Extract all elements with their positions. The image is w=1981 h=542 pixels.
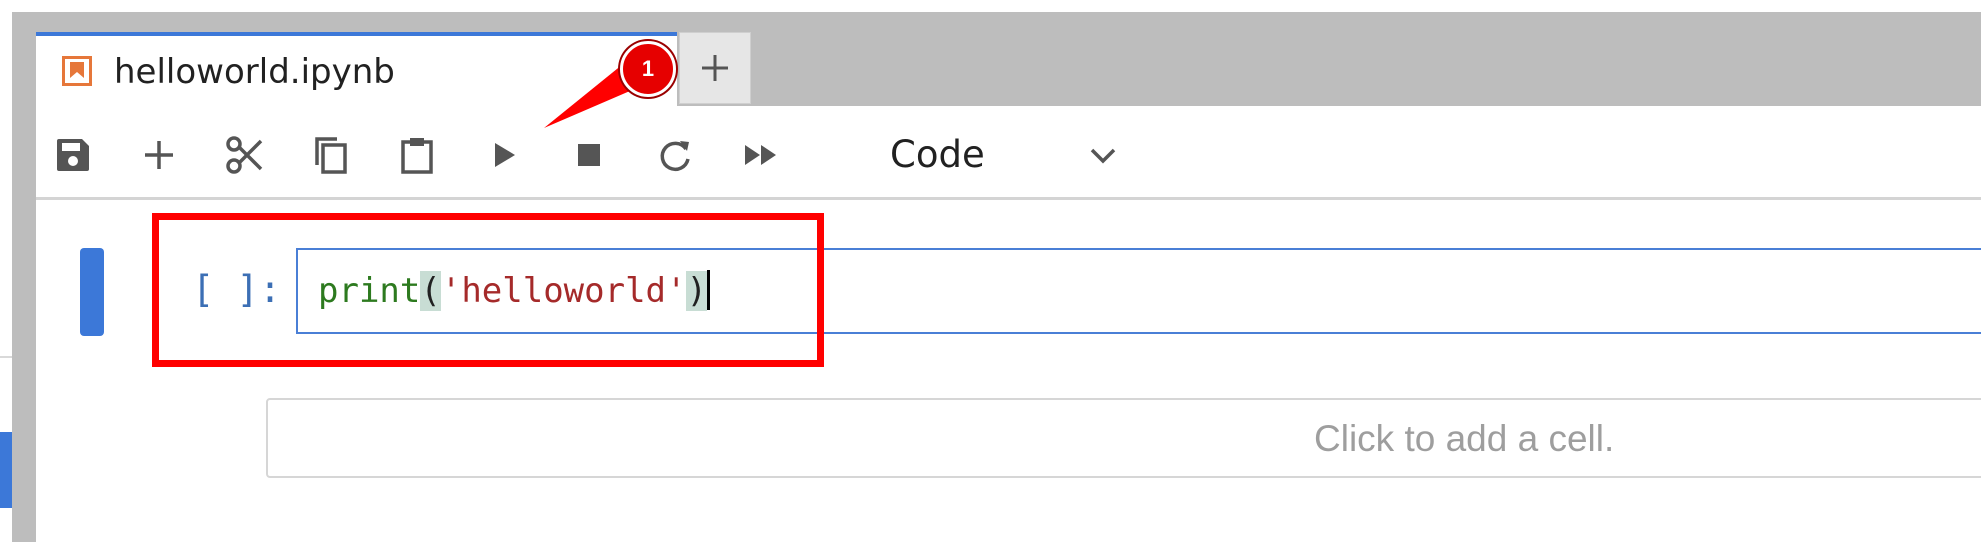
cut-button[interactable] bbox=[222, 132, 268, 178]
scissors-icon bbox=[226, 136, 263, 174]
interrupt-button[interactable] bbox=[566, 132, 612, 178]
tab-helloworld[interactable]: helloworld.ipynb bbox=[36, 32, 677, 106]
add-cell-button[interactable]: Click to add a cell. bbox=[266, 398, 1981, 478]
left-sidebar-edge bbox=[0, 0, 12, 542]
cell-type-label: Code bbox=[890, 132, 985, 176]
tab-title: helloworld.ipynb bbox=[114, 52, 395, 92]
paste-button[interactable] bbox=[394, 132, 440, 178]
refresh-icon bbox=[660, 141, 690, 172]
stop-icon bbox=[578, 144, 600, 166]
run-button[interactable] bbox=[480, 132, 526, 178]
cell-collapser[interactable] bbox=[80, 248, 104, 336]
play-icon bbox=[495, 143, 515, 167]
clipboard-icon bbox=[401, 138, 433, 174]
copy-button[interactable] bbox=[308, 132, 354, 178]
notebook-icon bbox=[62, 56, 92, 86]
save-button[interactable] bbox=[50, 132, 96, 178]
cell-type-dropdown[interactable]: Code bbox=[854, 128, 1134, 180]
chevron-down-icon bbox=[1090, 148, 1116, 164]
highlight-box bbox=[152, 213, 824, 367]
insert-cell-button[interactable] bbox=[136, 132, 182, 178]
save-icon bbox=[57, 139, 89, 171]
plus-icon bbox=[702, 55, 728, 81]
restart-run-all-button[interactable] bbox=[738, 132, 784, 178]
new-tab-button[interactable] bbox=[679, 32, 751, 104]
annotation-badge-number: 1 bbox=[641, 56, 655, 81]
notebook-toolbar: Code bbox=[36, 106, 1981, 200]
top-bar bbox=[12, 0, 1981, 12]
panel-border bbox=[12, 0, 14, 542]
plus-icon bbox=[145, 141, 173, 169]
fast-forward-icon bbox=[745, 145, 776, 165]
restart-button[interactable] bbox=[652, 132, 698, 178]
annotation-badge: 1 bbox=[620, 41, 676, 97]
copy-icon bbox=[315, 137, 347, 174]
sidebar-divider bbox=[0, 356, 12, 358]
add-cell-label: Click to add a cell. bbox=[1314, 418, 1615, 459]
sidebar-active-marker[interactable] bbox=[0, 432, 12, 508]
